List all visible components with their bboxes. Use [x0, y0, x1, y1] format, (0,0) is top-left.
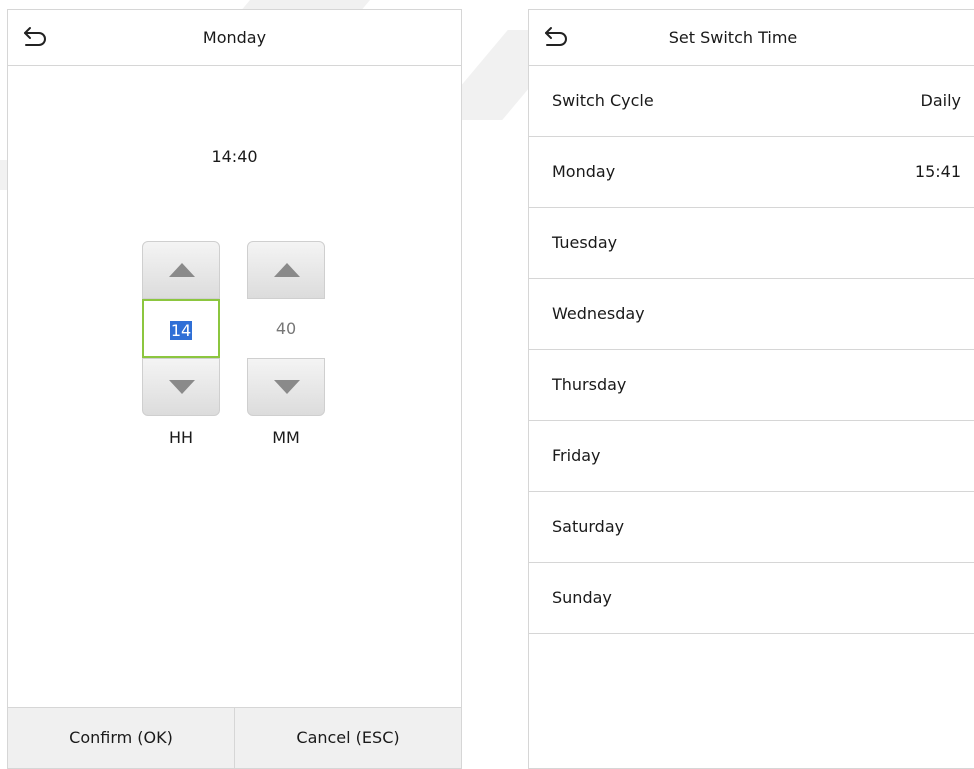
saturday-row[interactable]: Saturday: [529, 492, 974, 563]
title-bar: Set Switch Time: [529, 10, 974, 66]
row-value: 15:41: [914, 162, 961, 181]
row-label: Friday: [552, 446, 601, 465]
switch-cycle-row[interactable]: Switch Cycle Daily: [529, 66, 974, 137]
sunday-row[interactable]: Sunday: [529, 563, 974, 634]
monday-row[interactable]: Monday 15:41: [529, 137, 974, 208]
page-title: Set Switch Time: [668, 28, 798, 47]
row-label: Wednesday: [552, 304, 645, 323]
row-label: Tuesday: [552, 233, 618, 252]
action-bar: Confirm (OK) Cancel (ESC): [8, 707, 461, 768]
thursday-row[interactable]: Thursday: [529, 350, 974, 421]
minute-field[interactable]: 40: [247, 299, 325, 358]
tuesday-row[interactable]: Tuesday: [529, 208, 974, 279]
row-label: Monday: [552, 162, 616, 181]
row-label: Thursday: [552, 375, 627, 394]
minute-up-button[interactable]: [247, 241, 325, 299]
row-label: Saturday: [552, 517, 625, 536]
minute-down-button[interactable]: [247, 358, 325, 416]
confirm-button[interactable]: Confirm (OK): [8, 708, 235, 768]
title-bar: Monday: [8, 10, 461, 66]
set-switch-time-screen: Set Switch Time Switch Cycle Daily Monda…: [528, 9, 974, 769]
triangle-down-icon: [169, 380, 195, 394]
page-title: Monday: [202, 28, 267, 47]
triangle-up-icon: [274, 263, 300, 277]
time-display: 14:40: [211, 147, 258, 166]
minute-label: MM: [272, 428, 300, 447]
row-value: Daily: [920, 91, 961, 110]
hour-label: HH: [168, 428, 194, 447]
switch-time-list: Switch Cycle Daily Monday 15:41 Tuesday …: [529, 66, 974, 634]
cancel-button[interactable]: Cancel (ESC): [235, 708, 461, 768]
hour-up-button[interactable]: [142, 241, 220, 299]
triangle-down-icon: [274, 380, 300, 394]
hour-field[interactable]: 14: [142, 299, 220, 358]
friday-row[interactable]: Friday: [529, 421, 974, 492]
wednesday-row[interactable]: Wednesday: [529, 279, 974, 350]
time-picker-screen: Monday 14:40 14 HH 40 MM Confirm (OK) Ca…: [7, 9, 462, 769]
triangle-up-icon: [169, 263, 195, 277]
row-label: Sunday: [552, 588, 612, 607]
row-label: Switch Cycle: [552, 91, 654, 110]
hour-value: 14: [169, 321, 193, 340]
hour-down-button[interactable]: [142, 358, 220, 416]
